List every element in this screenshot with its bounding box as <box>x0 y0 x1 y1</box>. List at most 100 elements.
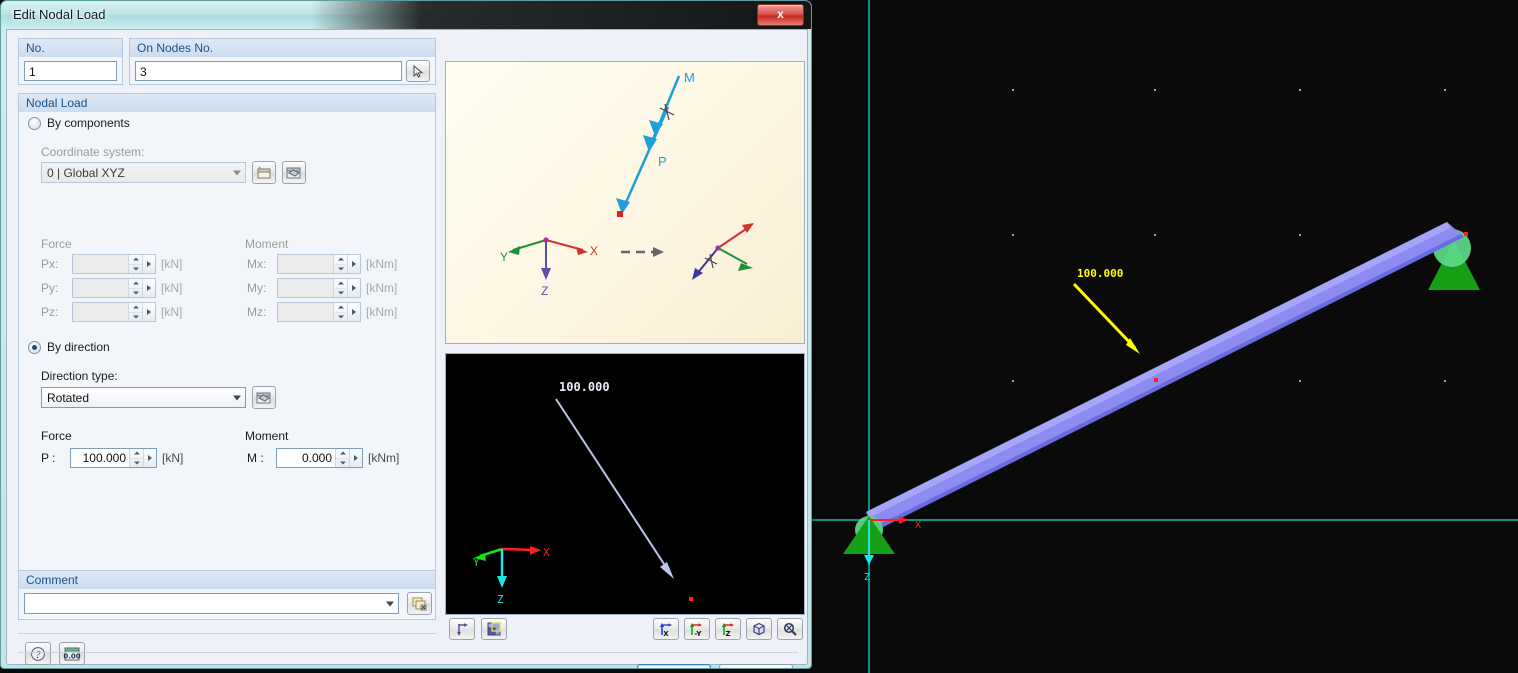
label-coordinate-system: Coordinate system: <box>41 145 144 159</box>
main-axis-x-label: X <box>915 520 921 531</box>
mx-input[interactable] <box>277 254 361 274</box>
group-on-nodes-header: On Nodes No. <box>129 38 436 57</box>
svg-text:0.00: 0.00 <box>63 652 80 660</box>
view-in-x-direction-button[interactable]: X <box>653 618 679 640</box>
group-comment-header: Comment <box>18 570 436 589</box>
mx-more-icon[interactable] <box>347 255 360 273</box>
py-stepper[interactable] <box>128 279 142 297</box>
preview-axis-z-label: Z <box>497 593 504 606</box>
pick-node-button[interactable] <box>406 60 430 82</box>
comment-library-button[interactable] <box>407 592 432 615</box>
unit-px: [kN] <box>161 257 182 271</box>
coordinate-system-select[interactable]: 0 | Global XYZ <box>41 162 246 183</box>
on-nodes-input[interactable]: 3 <box>135 61 402 81</box>
mx-stepper[interactable] <box>333 255 347 273</box>
group-no-header: No. <box>18 38 123 57</box>
force-symbol-label: P <box>658 154 667 169</box>
dialog-title: Edit Nodal Load <box>13 7 106 22</box>
view-in-minus-y-direction-button[interactable]: -Y <box>684 618 710 640</box>
new-coordinate-system-icon <box>256 166 272 180</box>
load-symbol-preview[interactable]: M P X Y Z <box>445 61 805 344</box>
view-in-z-direction-button[interactable]: Z <box>715 618 741 640</box>
pz-more-icon[interactable] <box>142 303 155 321</box>
moment-m-input[interactable]: 0.000 <box>276 448 363 468</box>
help-button[interactable]: ? <box>25 642 51 665</box>
mz-input[interactable] <box>277 302 361 322</box>
new-coordinate-system-button[interactable] <box>252 161 276 184</box>
isometric-view-button[interactable] <box>746 618 772 640</box>
view-minus-y-label: -Y <box>695 630 703 637</box>
toggle-rendering-mode-button[interactable] <box>481 618 507 640</box>
comment-library-icon <box>412 597 428 611</box>
view-x-icon: X <box>658 622 674 637</box>
preview-load-label: 100.000 <box>559 380 610 394</box>
chevron-down-icon[interactable] <box>381 594 398 613</box>
unit-py: [kN] <box>161 281 182 295</box>
edit-nodal-load-dialog: Edit Nodal Load x No. 1 On Nodes No. 3 N… <box>0 0 812 669</box>
label-mx: Mx: <box>247 257 266 271</box>
my-value <box>278 279 333 297</box>
edit-direction-button[interactable] <box>252 386 276 409</box>
radio-by-components[interactable] <box>28 117 41 130</box>
my-more-icon[interactable] <box>347 279 360 297</box>
mz-more-icon[interactable] <box>347 303 360 321</box>
units-decimal-places-icon: 0.00 <box>63 646 81 662</box>
view-z-icon: Z <box>720 622 736 637</box>
radio-by-direction[interactable] <box>28 341 41 354</box>
py-more-icon[interactable] <box>142 279 155 297</box>
moment-m-value: 0.000 <box>277 449 335 467</box>
pz-stepper[interactable] <box>128 303 142 321</box>
force-p-input[interactable]: 100.000 <box>70 448 157 468</box>
group-nodal-load-header: Nodal Load <box>18 93 436 112</box>
px-more-icon[interactable] <box>142 255 155 273</box>
close-button[interactable]: x <box>757 4 804 26</box>
action-divider <box>18 652 798 653</box>
label-py: Py: <box>41 281 58 295</box>
px-stepper[interactable] <box>128 255 142 273</box>
my-input[interactable] <box>277 278 361 298</box>
view-x-label: X <box>663 630 669 637</box>
pz-value <box>73 303 128 321</box>
ok-button[interactable]: OK <box>637 664 711 669</box>
no-input[interactable]: 1 <box>24 61 117 81</box>
force-p-more-icon[interactable] <box>143 449 156 467</box>
label-mz: Mz: <box>247 305 266 319</box>
on-nodes-caption: On Nodes No. <box>137 41 213 55</box>
label-my: My: <box>247 281 266 295</box>
preview-axis-y-label: Y <box>473 556 480 569</box>
my-stepper[interactable] <box>333 279 347 297</box>
py-value <box>73 279 128 297</box>
mz-stepper[interactable] <box>333 303 347 321</box>
load-3d-scene: 100.000 X Y Z <box>446 354 804 614</box>
preview-axes-triad: X Y Z <box>473 546 550 606</box>
py-input[interactable] <box>72 278 156 298</box>
member-beam[interactable] <box>866 222 1464 527</box>
comment-input[interactable] <box>24 593 399 614</box>
moment-m-stepper[interactable] <box>335 449 349 467</box>
preview-toolbar: X -Y Z <box>445 618 805 644</box>
edit-coordinate-system-button[interactable] <box>282 161 306 184</box>
edit-direction-icon <box>256 391 272 405</box>
coordinate-system-value: 0 | Global XYZ <box>47 166 125 180</box>
unit-m: [kNm] <box>368 451 399 465</box>
force-p-stepper[interactable] <box>129 449 143 467</box>
pz-input[interactable] <box>72 302 156 322</box>
axes-toggle-icon <box>455 622 470 637</box>
zoom-all-button[interactable] <box>777 618 803 640</box>
chevron-down-icon <box>228 163 245 182</box>
main-load-label: 100.000 <box>1077 267 1123 280</box>
isometric-cube-icon <box>751 622 767 637</box>
unit-my: [kNm] <box>366 281 397 295</box>
cancel-button[interactable]: Cancel <box>719 664 793 669</box>
dialog-titlebar[interactable]: Edit Nodal Load x <box>1 1 812 29</box>
moment-m-more-icon[interactable] <box>349 449 362 467</box>
label-moment-components: Moment <box>245 237 288 251</box>
px-input[interactable] <box>72 254 156 274</box>
unit-mz: [kNm] <box>366 305 397 319</box>
direction-type-select[interactable]: Rotated <box>41 387 246 408</box>
toggle-axis-system-button[interactable] <box>449 618 475 640</box>
label-by-components: By components <box>47 116 130 130</box>
load-3d-preview[interactable]: 100.000 X Y Z <box>445 353 805 615</box>
units-button[interactable]: 0.00 <box>59 642 85 665</box>
global-axes-triad: X Y Z <box>500 237 598 298</box>
